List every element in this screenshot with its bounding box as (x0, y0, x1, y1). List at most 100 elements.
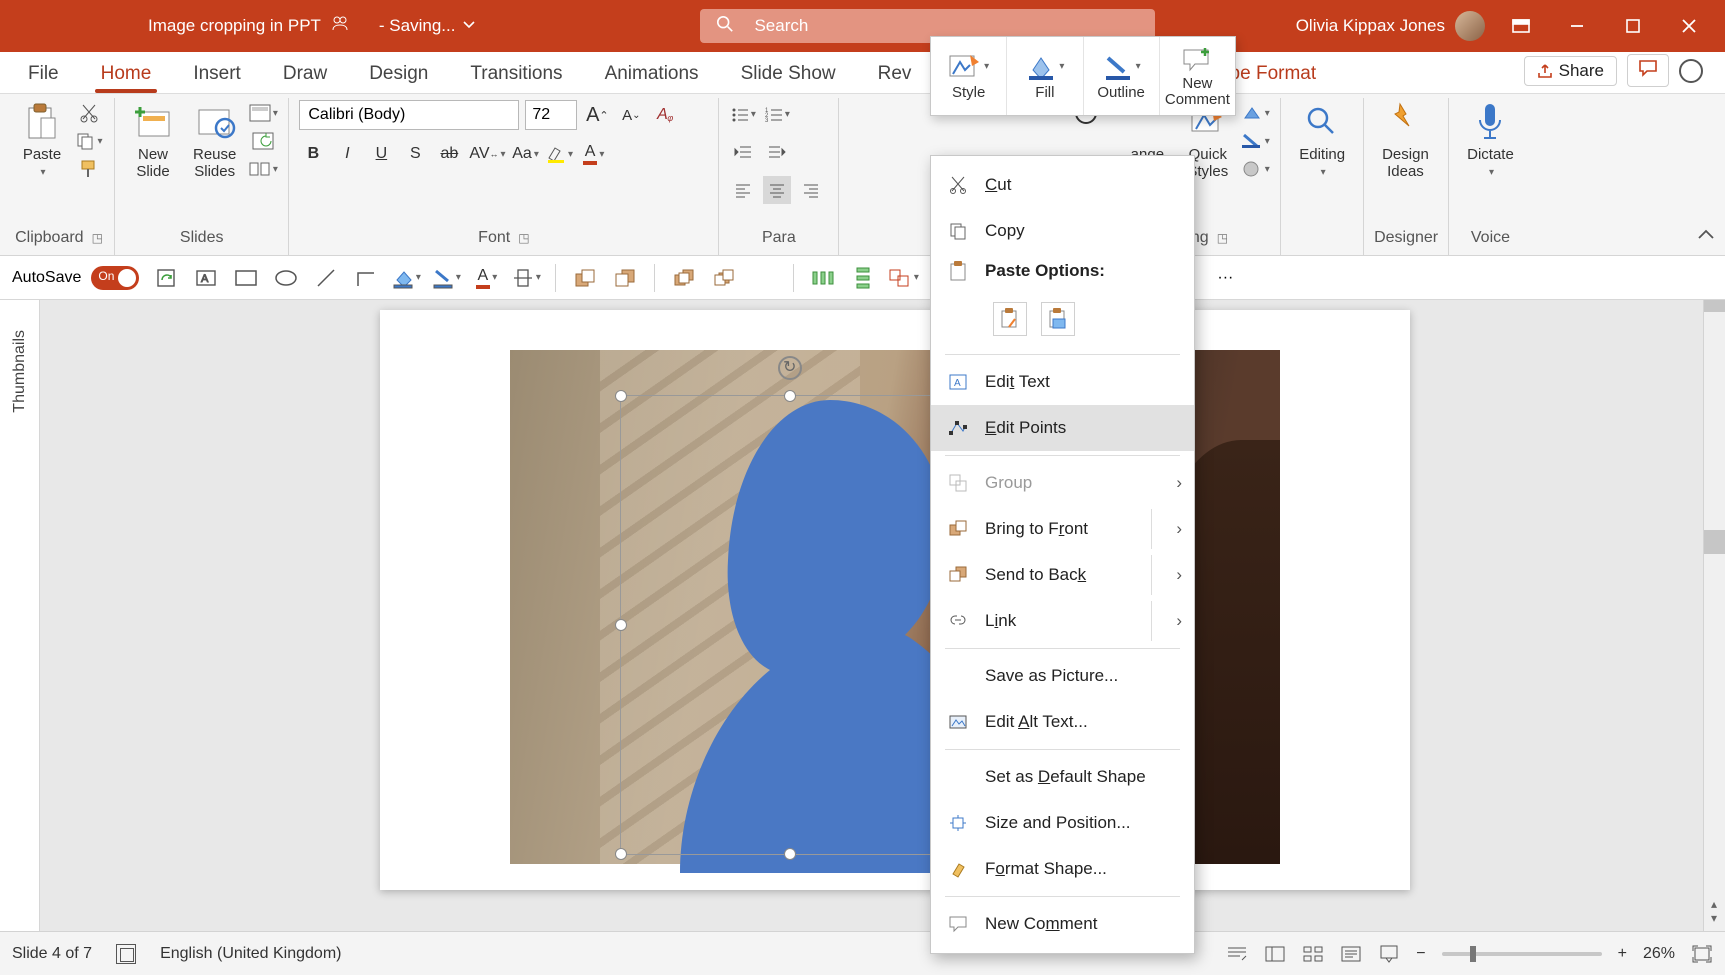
qat-elbow-icon[interactable] (353, 265, 379, 291)
view-normal-icon[interactable] (1264, 943, 1286, 965)
zoom-slider[interactable] (1442, 952, 1602, 956)
qat-more-icon[interactable]: ··· (1212, 265, 1238, 291)
prev-slide-button[interactable]: ▴ (1705, 897, 1723, 911)
autosave-toggle[interactable]: AutoSave On (12, 266, 139, 290)
clear-formatting-button[interactable]: Aᵩ (651, 101, 679, 129)
editing-button[interactable]: Editing▾ (1291, 100, 1353, 180)
close-button[interactable] (1661, 0, 1717, 52)
mini-style-button[interactable]: ▾ Style (931, 37, 1007, 115)
accessibility-icon[interactable] (116, 944, 136, 964)
fit-to-window-icon[interactable] (1691, 943, 1713, 965)
view-sorter-icon[interactable] (1302, 943, 1324, 965)
qat-hidden1[interactable] (751, 265, 777, 291)
font-name-combo[interactable]: Calibri (Body) (299, 100, 519, 130)
copy-button[interactable]: ▾ (74, 128, 104, 154)
drawing-launcher-icon[interactable]: ◳ (1217, 231, 1228, 245)
mini-outline-button[interactable]: ▾ Outline (1084, 37, 1160, 115)
ctx-edit-points[interactable]: Edit Points (931, 405, 1194, 451)
zoom-level[interactable]: 26% (1643, 945, 1675, 963)
maximize-button[interactable] (1605, 0, 1661, 52)
ctx-copy[interactable]: Copy (931, 208, 1194, 254)
ctx-link[interactable]: Link › (931, 598, 1194, 644)
strikethrough-button[interactable]: ab (435, 140, 463, 168)
ctx-edit-text[interactable]: A Edit Text (931, 359, 1194, 405)
notes-button[interactable] (1226, 943, 1248, 965)
ctx-send-to-back[interactable]: Send to Back › (931, 552, 1194, 598)
tab-review[interactable]: Rev (860, 63, 930, 93)
qat-line-icon[interactable] (313, 265, 339, 291)
resize-handle[interactable] (784, 390, 796, 402)
shadow-button[interactable]: S (401, 140, 429, 168)
underline-button[interactable]: U (367, 140, 395, 168)
share-button[interactable]: Share (1524, 56, 1617, 86)
tab-slideshow[interactable]: Slide Show (723, 63, 854, 93)
zoom-in-button[interactable]: + (1618, 945, 1627, 963)
design-ideas-button[interactable]: Design Ideas (1374, 100, 1437, 182)
qat-send-backward-icon[interactable] (612, 265, 638, 291)
reuse-slides-button[interactable]: Reuse Slides (185, 100, 244, 182)
highlight-button[interactable]: ▾ (546, 140, 574, 168)
ctx-cut[interactable]: Cut (931, 162, 1194, 208)
ribbon-display-options[interactable] (1493, 0, 1549, 52)
qat-sync-icon[interactable] (153, 265, 179, 291)
account-button[interactable]: Olivia Kippax Jones (1296, 11, 1485, 41)
paste-option-theme[interactable] (993, 302, 1027, 336)
increase-font-button[interactable]: A⌃ (583, 101, 611, 129)
feedback-icon[interactable] (1679, 59, 1703, 83)
clipboard-launcher-icon[interactable]: ◳ (92, 231, 103, 245)
thumbnails-pane[interactable]: Thumbnails (0, 300, 40, 931)
qat-oval-icon[interactable] (273, 265, 299, 291)
qat-fontcolor-icon[interactable]: A▾ (473, 265, 499, 291)
change-case-button[interactable]: Aa▾ (512, 140, 540, 168)
tab-transitions[interactable]: Transitions (452, 63, 580, 93)
minimize-button[interactable] (1549, 0, 1605, 52)
qat-dist-v-icon[interactable] (850, 265, 876, 291)
tab-insert[interactable]: Insert (175, 63, 259, 93)
mini-new-comment-button[interactable]: New Comment (1160, 37, 1235, 115)
shape-fill-button[interactable]: ▾ (1240, 100, 1270, 126)
qat-group-icon[interactable]: ▾ (890, 265, 916, 291)
comments-button[interactable] (1627, 54, 1669, 87)
font-color-button[interactable]: A▾ (580, 140, 608, 168)
tab-home[interactable]: Home (83, 63, 170, 93)
tab-file[interactable]: File (10, 63, 77, 93)
qat-fill-icon[interactable]: ▾ (393, 265, 419, 291)
align-center-button[interactable] (763, 176, 791, 204)
decrease-indent-button[interactable] (729, 138, 757, 166)
ctx-format-shape[interactable]: Format Shape... (931, 846, 1194, 892)
qat-send-to-back-icon[interactable] (711, 265, 737, 291)
increase-indent-button[interactable] (763, 138, 791, 166)
resize-handle[interactable] (784, 848, 796, 860)
cut-button[interactable] (74, 100, 104, 126)
mini-fill-button[interactable]: ▾ Fill (1007, 37, 1083, 115)
tab-animations[interactable]: Animations (587, 63, 717, 93)
font-launcher-icon[interactable]: ◳ (518, 231, 529, 245)
save-status-dropdown-icon[interactable] (463, 16, 475, 36)
ctx-new-comment[interactable]: New Comment (931, 901, 1194, 947)
rotate-handle[interactable] (778, 356, 802, 380)
align-right-button[interactable] (797, 176, 825, 204)
ctx-save-as-picture[interactable]: Save as Picture... (931, 653, 1194, 699)
ctx-size-position[interactable]: Size and Position... (931, 800, 1194, 846)
ctx-bring-to-front[interactable]: Bring to Front › (931, 506, 1194, 552)
slide-canvas[interactable]: ▴ ▾ (40, 300, 1725, 931)
shape-outline-button[interactable]: ▾ (1240, 128, 1270, 154)
paste-option-picture[interactable] (1041, 302, 1075, 336)
zoom-out-button[interactable]: − (1416, 945, 1425, 963)
qat-rect-icon[interactable] (233, 265, 259, 291)
font-size-combo[interactable]: 72 (525, 100, 577, 130)
shape-effects-button[interactable]: ▾ (1240, 156, 1270, 182)
view-reading-icon[interactable] (1340, 943, 1362, 965)
align-left-button[interactable] (729, 176, 757, 204)
slide[interactable] (380, 310, 1410, 890)
reset-button[interactable] (248, 128, 278, 154)
paste-button[interactable]: Paste ▾ (14, 100, 70, 180)
vertical-scrollbar[interactable]: ▴ ▾ (1703, 300, 1725, 931)
decrease-font-button[interactable]: A⌄ (617, 101, 645, 129)
new-slide-button[interactable]: New Slide (125, 100, 181, 182)
ctx-edit-alt-text[interactable]: Edit Alt Text... (931, 699, 1194, 745)
tab-draw[interactable]: Draw (265, 63, 345, 93)
italic-button[interactable]: I (333, 140, 361, 168)
qat-textbox-icon[interactable]: A (193, 265, 219, 291)
resize-handle[interactable] (615, 619, 627, 631)
